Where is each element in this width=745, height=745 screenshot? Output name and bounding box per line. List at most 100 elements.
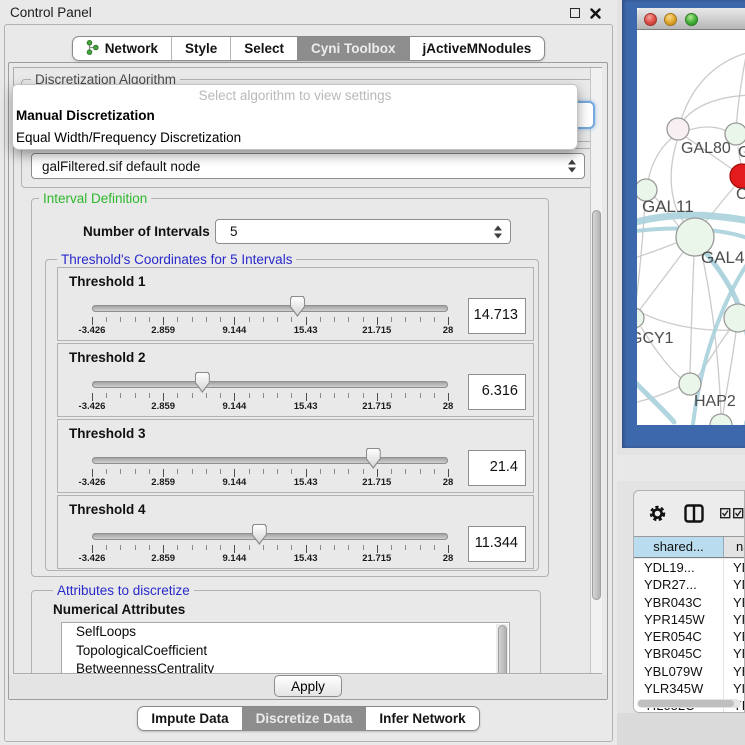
table-row[interactable]: YER054CYER0 <box>634 628 745 645</box>
slider-tick <box>206 545 207 550</box>
apply-button[interactable]: Apply <box>274 675 342 697</box>
table-horizontal-scrollbar[interactable] <box>637 699 741 708</box>
threshold-label: Threshold 2 <box>69 350 146 365</box>
slider-tick-label: 9.144 <box>223 477 247 488</box>
table-cell: YER054C <box>634 628 724 645</box>
bottom-tab-impute-data[interactable]: Impute Data <box>138 707 241 730</box>
slider-tick-label: 9.144 <box>223 553 247 564</box>
slider-tick <box>377 317 378 325</box>
table-data-combobox-value: galFiltered.sif default node <box>42 159 200 174</box>
threshold-value-field[interactable]: 14.713 <box>468 298 526 334</box>
slider-tick-label: 21.715 <box>362 553 391 564</box>
slider-tick <box>177 469 178 474</box>
network-node-label: HAP2 <box>694 393 736 410</box>
table-row[interactable]: YBL079WYBL0 <box>634 663 745 680</box>
close-window-icon[interactable] <box>644 13 657 26</box>
float-panel-icon[interactable] <box>570 8 580 18</box>
slider-tick <box>434 545 435 550</box>
slider-tick <box>234 469 235 477</box>
bottom-tab-discretize-data[interactable]: Discretize Data <box>242 707 366 730</box>
algorithm-popup-item-manual-discretization[interactable]: Manual Discretization <box>13 105 577 127</box>
slider-tick-label: -3.426 <box>79 553 106 564</box>
table-row[interactable]: YDL19...YDL1 <box>634 559 745 576</box>
numerical-attributes-list[interactable]: SelfLoopsTopologicalCoefficientBetweenne… <box>61 622 510 674</box>
network-node-hap2[interactable] <box>679 373 701 395</box>
table-cell: YLR3 <box>724 680 745 697</box>
slider-track[interactable] <box>92 305 448 312</box>
attributes-list-scrollbar[interactable] <box>496 624 508 674</box>
slider-thumb[interactable] <box>252 524 267 545</box>
tab-jactivemnodules[interactable]: jActiveMNodules <box>409 37 545 60</box>
slider-tick <box>420 545 421 550</box>
table-row[interactable]: YBR045CYBR0 <box>634 645 745 662</box>
slider-tick <box>263 393 264 398</box>
table-data-combobox[interactable]: galFiltered.sif default node <box>31 153 585 179</box>
network-node-gal80[interactable] <box>667 118 689 140</box>
slider-tick <box>234 393 235 401</box>
slider-tick <box>291 545 292 550</box>
slider-tick <box>220 545 221 550</box>
slider-track[interactable] <box>92 533 448 540</box>
table-panel-toolbar <box>634 491 745 535</box>
network-node-h[interactable] <box>724 304 745 332</box>
table-row[interactable]: YDR27...YDR2 <box>634 576 745 593</box>
select-columns-icon[interactable] <box>720 507 745 522</box>
slider-tick <box>348 317 349 322</box>
threshold-value-field[interactable]: 6.316 <box>468 374 526 410</box>
number-of-intervals-combobox[interactable]: 5 <box>215 219 511 244</box>
slider-tick <box>363 317 364 322</box>
attribute-item-topologicalcoefficient[interactable]: TopologicalCoefficient <box>62 642 509 661</box>
attribute-item-betweennesscentrality[interactable]: BetweennessCentrality <box>62 660 509 674</box>
bottom-tab-infer-network[interactable]: Infer Network <box>365 707 478 730</box>
slider-tick-label: -3.426 <box>79 325 106 336</box>
close-panel-icon[interactable] <box>590 7 601 22</box>
network-node-gcy1[interactable] <box>637 308 644 328</box>
slider-tick <box>220 393 221 398</box>
network-node-label: GAL4 <box>701 248 744 267</box>
zoom-window-icon[interactable] <box>685 13 698 26</box>
network-node-c[interactable] <box>730 164 745 188</box>
slider-thumb[interactable] <box>195 372 210 393</box>
slider-thumb[interactable] <box>290 296 305 317</box>
network-node[interactable] <box>710 414 732 425</box>
right-side: GAL80GACGAL11GAL4GCY1HHAP2 Table Panel s… <box>617 0 745 745</box>
tab-label: Infer Network <box>379 711 465 726</box>
control-panel-title: Control Panel <box>10 5 92 20</box>
tab-cyni-toolbox[interactable]: Cyni Toolbox <box>297 37 409 60</box>
split-view-icon[interactable] <box>684 504 704 526</box>
slider-tick <box>106 393 107 398</box>
tab-select[interactable]: Select <box>230 37 297 60</box>
slider-track[interactable] <box>92 381 448 388</box>
network-canvas[interactable]: GAL80GACGAL11GAL4GCY1HHAP2 <box>637 30 745 425</box>
network-window: GAL80GACGAL11GAL4GCY1HHAP2 <box>637 8 745 425</box>
slider-tick <box>334 545 335 550</box>
slider-tick <box>206 317 207 322</box>
slider-tick <box>206 469 207 474</box>
slider-tick <box>306 393 307 401</box>
slider-tick <box>391 545 392 550</box>
slider-tick <box>135 469 136 474</box>
column-header-1[interactable]: shared... <box>634 537 724 557</box>
table-row[interactable]: YLR345WYLR3 <box>634 680 745 697</box>
slider-thumb[interactable] <box>366 448 381 469</box>
slider-tick <box>377 469 378 477</box>
minimize-window-icon[interactable] <box>664 13 677 26</box>
slider-tick <box>163 545 164 553</box>
threshold-value-field[interactable]: 21.4 <box>468 450 526 486</box>
algorithm-popup-item-equal-width-frequency-discretization[interactable]: Equal Width/Frequency Discretization <box>13 127 577 149</box>
table-cell: YDL1 <box>724 559 745 576</box>
slider-tick <box>206 393 207 398</box>
threshold-value-field[interactable]: 11.344 <box>468 526 526 562</box>
table-cell: YBR045C <box>634 645 724 662</box>
table-row[interactable]: YPR145WYPR1 <box>634 611 745 628</box>
table-panel-titlebar: Table Panel <box>617 455 745 481</box>
tab-style[interactable]: Style <box>171 37 230 60</box>
gear-icon[interactable] <box>648 504 667 526</box>
slider-track[interactable] <box>92 457 448 464</box>
tab-network[interactable]: Network <box>73 37 171 60</box>
settings-scrollbar[interactable] <box>590 68 602 673</box>
attribute-item-selfloops[interactable]: SelfLoops <box>62 623 509 642</box>
column-header-2[interactable]: na <box>724 537 745 557</box>
table-row[interactable]: YBR043CYBR0 <box>634 594 745 611</box>
number-of-intervals-value: 5 <box>230 224 238 239</box>
